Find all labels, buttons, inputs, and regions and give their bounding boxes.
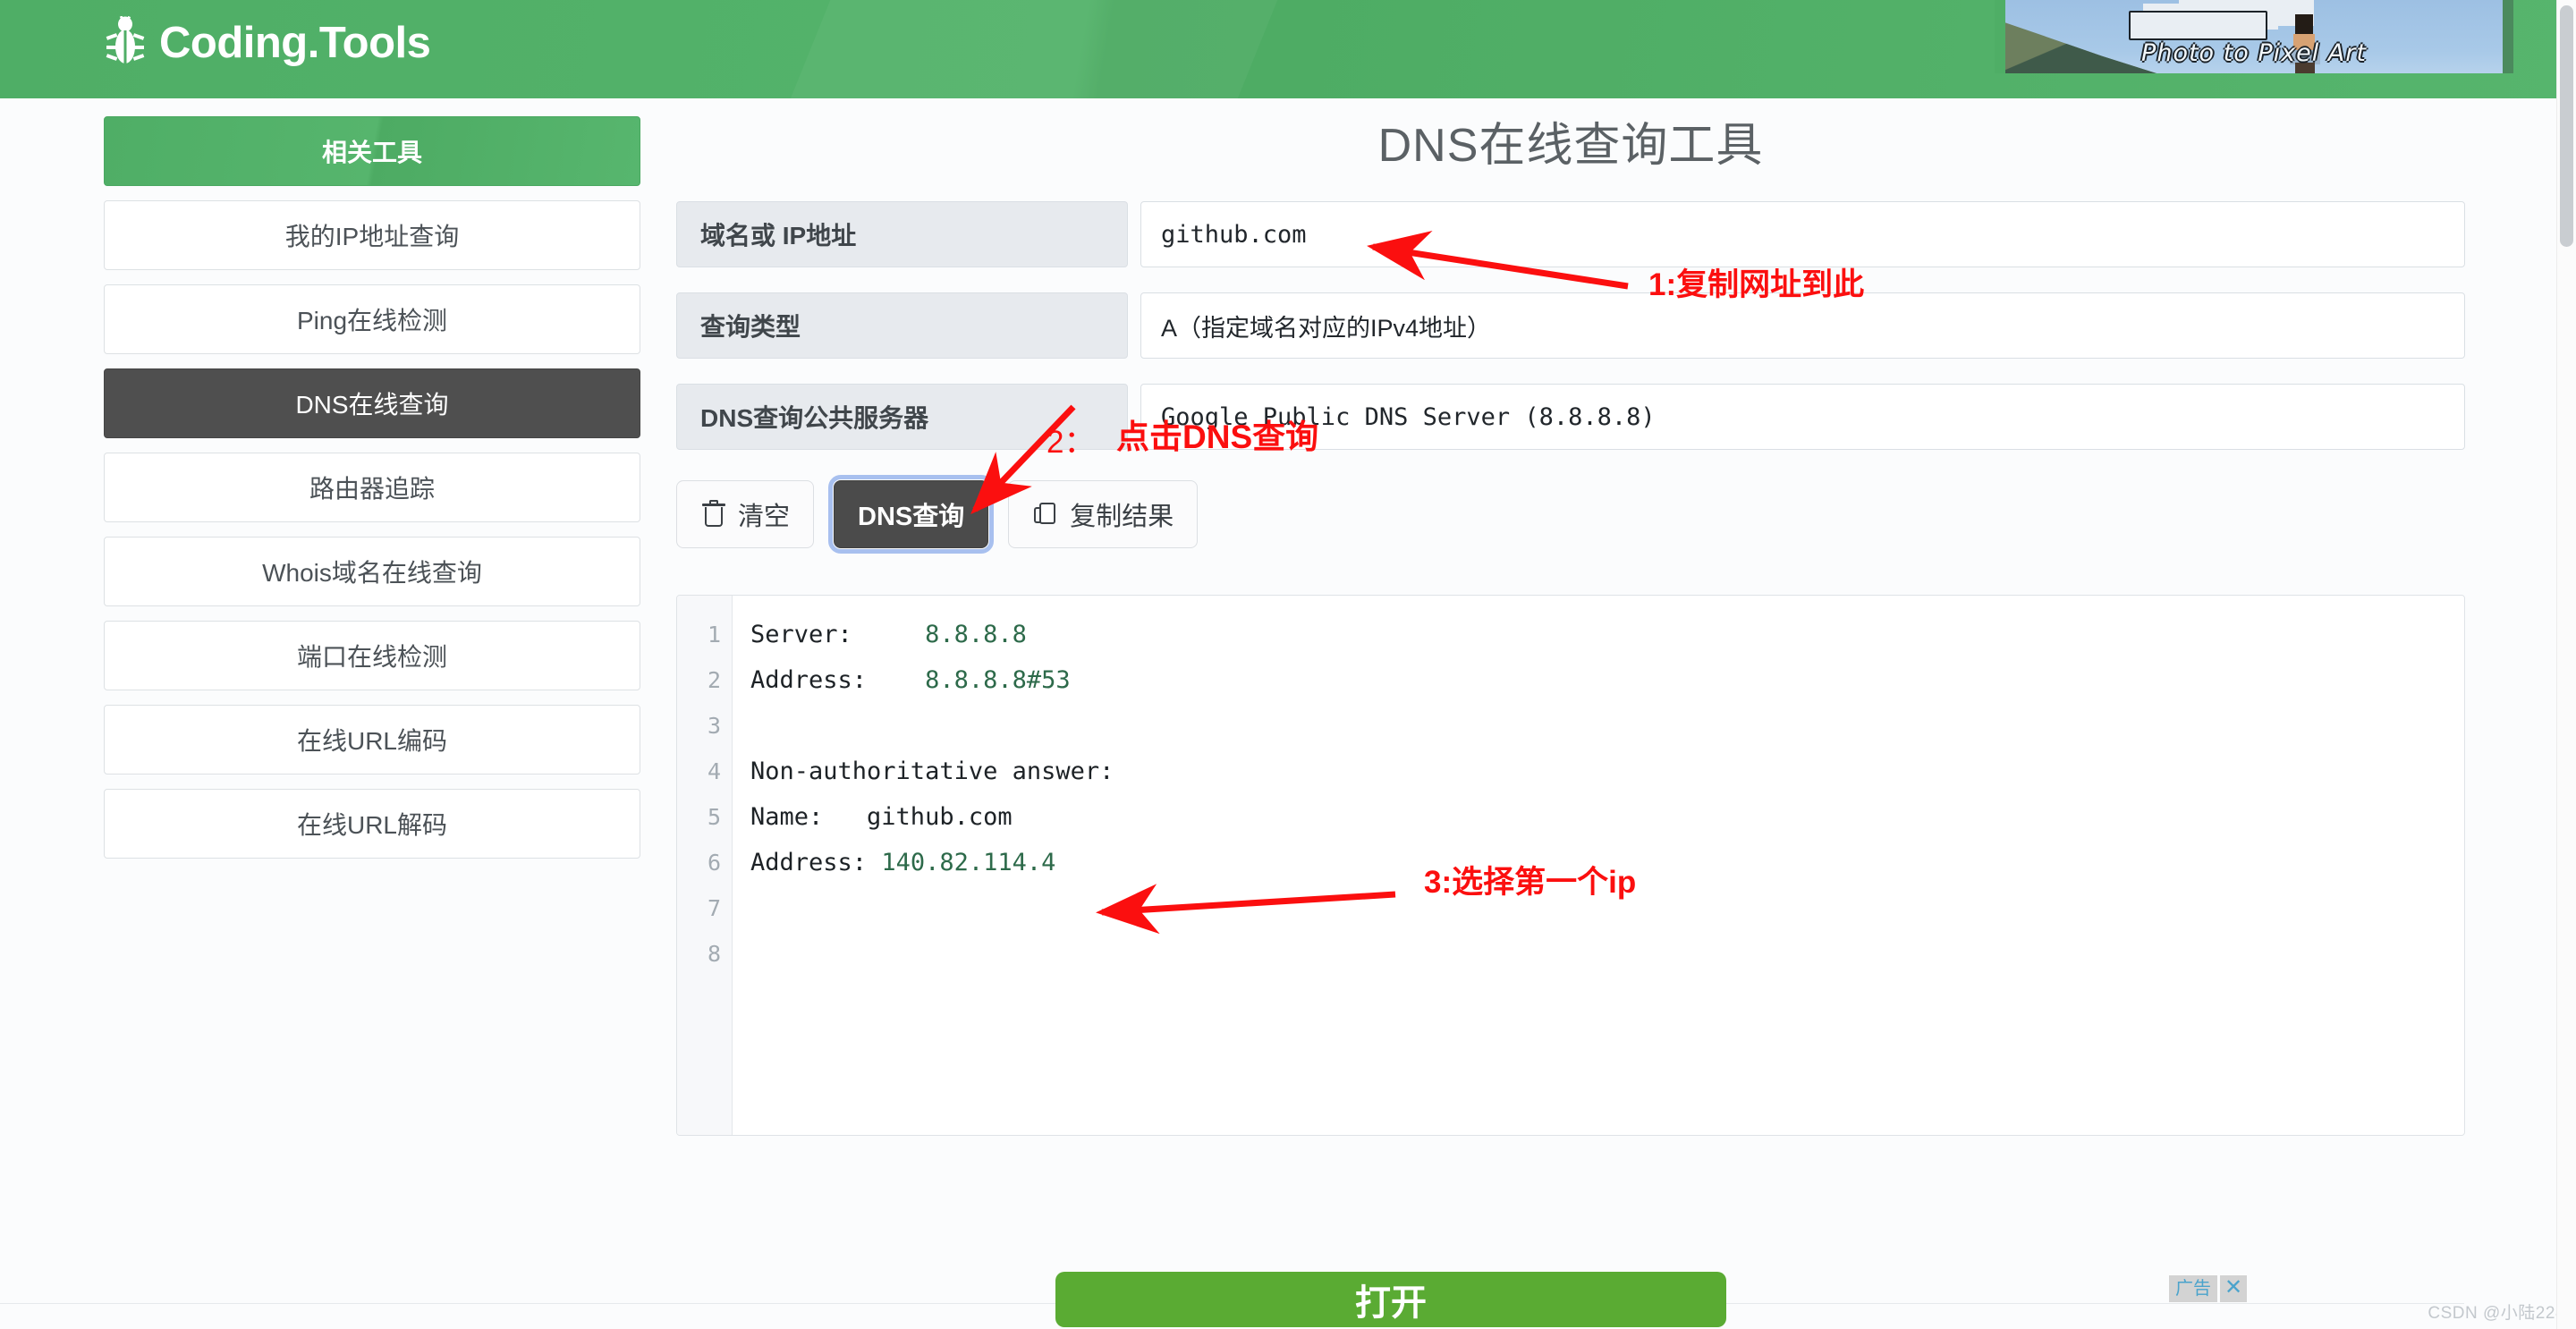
dns-server-select[interactable]: Google Public DNS Server (8.8.8.8) xyxy=(1140,384,2465,450)
sidebar-heading: 相关工具 xyxy=(104,116,640,186)
sidebar-item-dns[interactable]: DNS在线查询 xyxy=(104,368,640,438)
annotation-2: 点击DNS查询 xyxy=(1116,419,1319,455)
sidebar-item-ping[interactable]: Ping在线检测 xyxy=(104,284,640,354)
line-number: 5 xyxy=(707,804,721,830)
annotation-1: 1:复制网址到此 xyxy=(1648,267,1865,302)
result-line-text: Non-authoritative answer: xyxy=(750,758,1114,785)
annotation-3: 3:选择第一个ip xyxy=(1424,865,1637,900)
result-line-ip: 140.82.114.4 xyxy=(881,849,1056,876)
main-panel: DNS在线查询工具 域名或 IP地址 github.com 查询类型 A（指定域… xyxy=(676,107,2465,1136)
result-line-ip: 8.8.8.8#53 xyxy=(925,666,1071,694)
ad-cloud xyxy=(2129,11,2267,40)
line-number: 2 xyxy=(707,667,721,693)
domain-input[interactable]: github.com xyxy=(1140,201,2465,267)
watermark: CSDN @小陆228 xyxy=(2428,1304,2565,1323)
line-number-gutter: 1 2 3 4 5 6 7 8 xyxy=(677,596,733,1135)
field-row-dns-server: DNS查询公共服务器 Google Public DNS Server (8.8… xyxy=(676,384,2465,450)
clear-button-label: 清空 xyxy=(738,503,791,531)
bottom-ad-bar: 打开 广告 ✕ CSDN @小陆228 xyxy=(0,1259,2576,1329)
field-row-domain: 域名或 IP地址 github.com xyxy=(676,201,2465,267)
field-label-query-type: 查询类型 xyxy=(676,292,1128,359)
copy-result-button[interactable]: 复制结果 xyxy=(1008,480,1199,548)
line-number: 7 xyxy=(707,895,721,921)
page-title: DNS在线查询工具 xyxy=(1377,120,1764,172)
result-line-ip: 8.8.8.8 xyxy=(925,621,1027,648)
scrollbar-thumb[interactable] xyxy=(2560,5,2573,247)
sidebar-item-whois[interactable]: Whois域名在线查询 xyxy=(104,537,640,606)
result-line xyxy=(750,931,2464,977)
field-row-query-type: 查询类型 A（指定域名对应的IPv4地址） xyxy=(676,292,2465,359)
result-line: Address: 8.8.8.8#53 xyxy=(750,657,2464,703)
line-number: 4 xyxy=(707,758,721,784)
ad-edge-right xyxy=(2503,0,2513,73)
brand-name: Coding.Tools xyxy=(159,18,431,67)
brand-logo[interactable]: Coding.Tools xyxy=(106,15,431,70)
result-line: Name: github.com xyxy=(750,794,2464,840)
copy-result-button-label: 复制结果 xyxy=(1070,503,1174,531)
result-line: Server: 8.8.8.8 xyxy=(750,612,2464,657)
result-line xyxy=(750,703,2464,749)
page-root: Coding.Tools Photo to Pixel Art 相关工具 我的I… xyxy=(0,0,2576,1329)
ad-title: Photo to Pixel Art xyxy=(2141,39,2367,67)
field-label-domain: 域名或 IP地址 xyxy=(676,201,1128,267)
trash-icon xyxy=(700,500,727,529)
close-icon[interactable]: ✕ xyxy=(2220,1275,2247,1302)
result-line-text: Address: xyxy=(750,666,926,694)
sidebar-item-my-ip[interactable]: 我的IP地址查询 xyxy=(104,200,640,270)
sidebar-item-url-encode[interactable]: 在线URL编码 xyxy=(104,705,640,775)
line-number: 6 xyxy=(707,850,721,876)
header-sheen xyxy=(758,0,1300,98)
dns-query-button[interactable]: DNS查询 xyxy=(828,475,995,554)
top-banner-ad[interactable]: Photo to Pixel Art xyxy=(1995,0,2513,73)
ad-tag-group: 广告 ✕ xyxy=(2169,1275,2247,1302)
ad-edge-left xyxy=(1995,0,2005,73)
clear-button[interactable]: 清空 xyxy=(676,480,815,548)
sidebar-item-traceroute[interactable]: 路由器追踪 xyxy=(104,453,640,522)
sidebar-item-url-decode[interactable]: 在线URL解码 xyxy=(104,789,640,859)
result-line-text: Server: xyxy=(750,621,926,648)
dns-query-button-label: DNS查询 xyxy=(858,503,965,531)
line-number: 3 xyxy=(707,713,721,739)
result-line-text: Name: github.com xyxy=(750,803,1013,831)
sidebar-item-port-check[interactable]: 端口在线检测 xyxy=(104,621,640,690)
line-number: 1 xyxy=(707,622,721,648)
bug-icon xyxy=(106,15,145,70)
sidebar: 相关工具 我的IP地址查询 Ping在线检测 DNS在线查询 路由器追踪 Who… xyxy=(104,116,640,873)
open-button[interactable]: 打开 xyxy=(1055,1272,1726,1327)
result-line-text: Address: xyxy=(750,849,882,876)
annotation-2-number: 2： xyxy=(1046,425,1096,460)
action-buttons: 清空 DNS查询 复制结果 xyxy=(676,475,2465,554)
page-scrollbar[interactable] xyxy=(2556,0,2576,1329)
copy-icon xyxy=(1032,500,1059,529)
site-header: Coding.Tools Photo to Pixel Art xyxy=(0,0,2576,98)
ad-label: 广告 xyxy=(2169,1275,2217,1302)
result-line: Non-authoritative answer: xyxy=(750,749,2464,794)
line-number: 8 xyxy=(707,941,721,967)
